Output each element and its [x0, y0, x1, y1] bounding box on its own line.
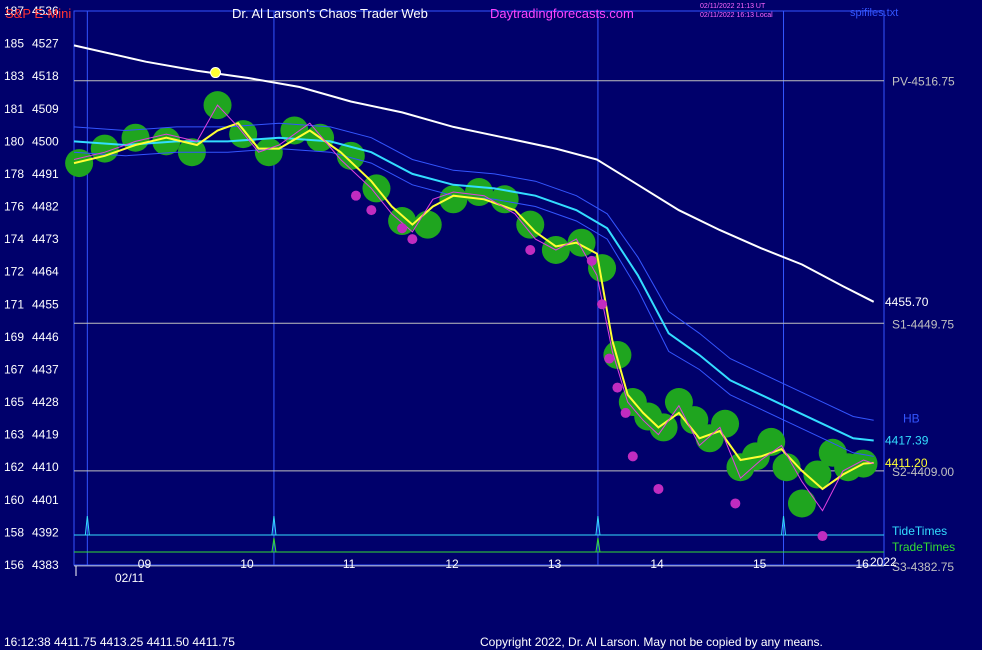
magenta-dot-9: [620, 407, 631, 418]
symbol-label: S&P E-Mini: [5, 6, 71, 21]
y-tick-left-11: 167: [4, 362, 24, 376]
x-tick-2: 11: [343, 557, 356, 571]
highlight-dot: [209, 67, 221, 79]
end-label-yellow: 4411.20: [885, 456, 928, 470]
magenta-dot-12: [730, 498, 741, 509]
level-label-1: S1-4449.75: [892, 317, 954, 331]
timestamp-local: 02/11/2022 16:13 Local: [700, 12, 773, 19]
magenta-dot-7: [604, 353, 615, 364]
end-label-cyan: 4417.39: [885, 433, 929, 447]
magenta-dot-4: [525, 244, 536, 255]
x-date-label: 02/11: [115, 571, 144, 585]
y-tick-left-1: 185: [4, 37, 24, 51]
y-tick-left-2: 183: [4, 69, 24, 83]
y-tick-price-6: 4482: [32, 200, 59, 214]
end-label-white: 4455.70: [885, 295, 929, 309]
level-label-0: PV-4516.75: [892, 75, 955, 89]
magenta-dot-6: [597, 299, 608, 310]
level-label-3: S3-4382.75: [892, 560, 954, 574]
y-tick-price-2: 4518: [32, 69, 59, 83]
green-dot-33: [787, 489, 816, 518]
green-dot-14: [439, 185, 468, 214]
magenta-dot-0: [350, 190, 361, 201]
y-tick-left-5: 178: [4, 167, 24, 181]
end-label-blue: HB: [903, 411, 920, 425]
file-label: spifiles.txt: [850, 7, 898, 19]
y-tick-price-7: 4473: [32, 232, 59, 246]
y-tick-price-10: 4446: [32, 330, 59, 344]
x-tick-7: 16: [855, 557, 869, 571]
magenta-dot-3: [407, 234, 418, 245]
y-tick-left-16: 158: [4, 525, 24, 539]
x-tick-4: 13: [548, 557, 562, 571]
y-tick-price-11: 4437: [32, 362, 59, 376]
copyright: Copyright 2022, Dr. Al Larson. May not b…: [480, 635, 823, 649]
chaos-trader-chart: PV-4516.75S1-4449.75S2-4409.00S3-4382.75…: [0, 0, 982, 650]
trade-times-label: TradeTimes: [892, 540, 955, 554]
y-tick-left-9: 171: [4, 297, 24, 311]
y-tick-price-9: 4455: [32, 297, 59, 311]
x-tick-3: 12: [445, 557, 459, 571]
tide-times-label: TideTimes: [892, 524, 947, 538]
y-tick-price-16: 4392: [32, 525, 59, 539]
y-tick-left-7: 174: [4, 232, 24, 246]
y-tick-left-4: 180: [4, 134, 24, 148]
green-dot-32: [772, 453, 801, 482]
y-tick-left-3: 181: [4, 102, 24, 116]
y-tick-left-17: 156: [4, 558, 24, 572]
y-tick-left-6: 176: [4, 200, 24, 214]
x-year-label: 2022: [870, 555, 897, 569]
site-link[interactable]: Daytradingforecasts.com: [490, 6, 634, 21]
y-tick-price-1: 4527: [32, 37, 59, 51]
green-dot-13: [413, 210, 442, 239]
chart-title: Dr. Al Larson's Chaos Trader Web: [232, 6, 428, 21]
y-tick-left-10: 169: [4, 330, 24, 344]
magenta-dot-5: [586, 255, 597, 266]
y-tick-price-8: 4464: [32, 265, 59, 279]
magenta-dot-1: [366, 205, 377, 216]
x-tick-6: 15: [753, 557, 767, 571]
x-tick-0: 09: [138, 557, 152, 571]
y-tick-price-12: 4428: [32, 395, 59, 409]
y-tick-price-13: 4419: [32, 428, 59, 442]
y-tick-left-12: 165: [4, 395, 24, 409]
y-tick-price-5: 4491: [32, 167, 59, 181]
y-tick-price-17: 4383: [32, 558, 59, 572]
y-tick-price-15: 4401: [32, 493, 59, 507]
green-dot-31: [757, 427, 786, 456]
magenta-dot-11: [653, 483, 664, 494]
y-tick-price-3: 4509: [32, 102, 59, 116]
y-tick-left-13: 163: [4, 428, 24, 442]
quote-line: 16:12:38 4411.75 4413.25 4411.50 4411.75: [4, 635, 235, 649]
x-tick-1: 10: [240, 557, 254, 571]
y-tick-left-8: 172: [4, 265, 24, 279]
y-tick-left-15: 160: [4, 493, 24, 507]
magenta-dot-13: [817, 531, 828, 542]
plot-frame: [73, 10, 885, 566]
y-tick-price-14: 4410: [32, 460, 59, 474]
magenta-dot-2: [397, 223, 408, 234]
y-tick-left-14: 162: [4, 460, 24, 474]
magenta-dot-8: [612, 382, 623, 393]
y-tick-price-4: 4500: [32, 134, 59, 148]
timestamp-utc: 02/11/2022 21:13 UT: [700, 3, 766, 10]
magenta-dot-10: [627, 451, 638, 462]
x-tick-5: 14: [650, 557, 664, 571]
